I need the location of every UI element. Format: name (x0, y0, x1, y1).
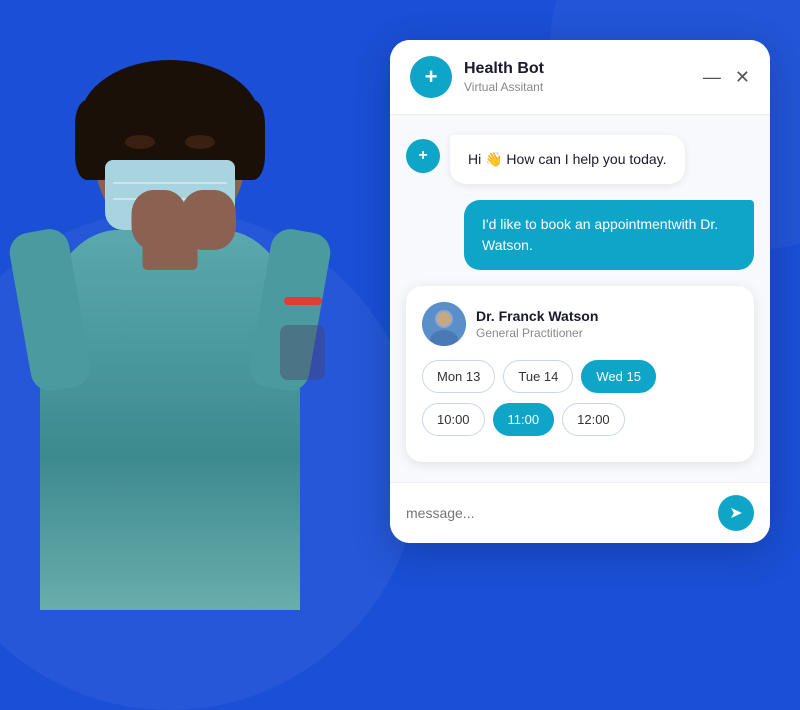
chat-header: + Health Bot Virtual Assitant — ✕ (390, 40, 770, 115)
date-slot-1[interactable]: Tue 14 (503, 360, 573, 393)
time-slot-1[interactable]: 11:00 (493, 403, 555, 436)
bot-avatar: + (406, 139, 440, 173)
time-slot-2[interactable]: 12:00 (562, 403, 625, 436)
doctor-card: Dr. Franck Watson General Practitioner M… (406, 286, 754, 462)
doctor-info: Dr. Franck Watson General Practitioner (422, 302, 738, 346)
chat-body: + Hi 👋 How can I help you today. I'd lik… (390, 115, 770, 482)
chat-subtitle: Virtual Assitant (464, 80, 703, 94)
chat-title: Health Bot (464, 60, 703, 78)
person-image (0, 50, 380, 610)
header-info: Health Bot Virtual Assitant (464, 60, 703, 94)
chat-input-area: ➤ (390, 482, 770, 543)
chat-window: + Health Bot Virtual Assitant — ✕ + Hi 👋… (390, 40, 770, 543)
date-slot-row: Mon 13Tue 14Wed 15 (422, 360, 738, 393)
bot-bubble: Hi 👋 How can I help you today. (450, 135, 685, 184)
time-slot-row: 10:0011:0012:00 (422, 403, 738, 436)
bot-message-row: + Hi 👋 How can I help you today. (406, 135, 754, 184)
send-button[interactable]: ➤ (718, 495, 754, 531)
send-icon: ➤ (729, 503, 742, 523)
date-slot-2[interactable]: Wed 15 (581, 360, 656, 393)
message-input[interactable] (406, 505, 708, 521)
doctor-name: Dr. Franck Watson (476, 308, 598, 324)
doctor-avatar (422, 302, 466, 346)
time-slot-0[interactable]: 10:00 (422, 403, 485, 436)
bot-icon: + (410, 56, 452, 98)
user-bubble: I'd like to book an appointmentwith Dr. … (464, 200, 754, 270)
header-controls: — ✕ (703, 68, 750, 86)
date-slot-0[interactable]: Mon 13 (422, 360, 495, 393)
user-message-row: I'd like to book an appointmentwith Dr. … (406, 200, 754, 270)
doctor-specialty: General Practitioner (476, 326, 598, 340)
minimize-button[interactable]: — (703, 68, 721, 86)
close-button[interactable]: ✕ (735, 68, 750, 86)
doctor-details: Dr. Franck Watson General Practitioner (476, 308, 598, 340)
doctor-avatar-image (422, 302, 466, 346)
